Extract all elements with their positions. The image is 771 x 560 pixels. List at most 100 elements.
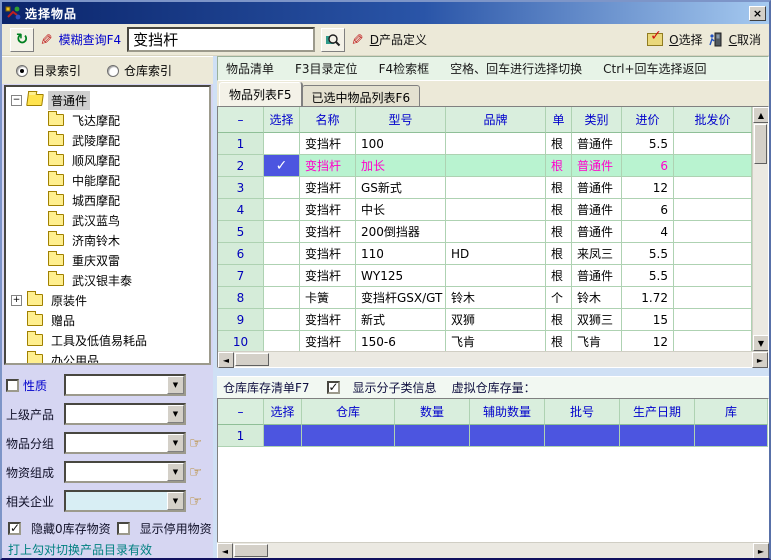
grid-cell[interactable]: 普通件 [572,133,622,155]
chevron-down-icon[interactable]: ▼ [167,405,184,423]
grid-cell[interactable]: 铃木 [446,287,546,309]
scroll-right-button[interactable]: ► [753,543,769,559]
grid-header-cell[interactable]: 批发价 [674,107,752,133]
grid-cell[interactable]: 双狮 [446,309,546,331]
grid-cell[interactable]: 加长 [356,155,446,177]
grid-cell[interactable] [302,425,395,447]
grid-cell[interactable] [674,133,752,155]
tree-item[interactable]: 武汉银丰泰 [6,270,209,290]
grid-cell[interactable]: 5.5 [622,243,674,265]
grid-cell[interactable]: 普通件 [572,221,622,243]
grid-cell[interactable]: 双狮三 [572,309,622,331]
grid-cell[interactable] [446,133,546,155]
hide-zero-stock-checkbox[interactable] [8,522,21,535]
row-select-cell[interactable] [264,221,300,243]
grid-cell[interactable] [674,287,752,309]
grid-cell[interactable] [674,265,752,287]
grid-header-cell[interactable]: 生产日期 [620,399,695,425]
row-select-cell[interactable] [264,425,302,447]
tree-item[interactable]: −普通件 [6,90,209,110]
grid-cell[interactable]: 根 [546,331,572,351]
grid-cell[interactable]: 普通件 [572,199,622,221]
tree-item[interactable]: 飞达摩配 [6,110,209,130]
radio-warehouse-index[interactable]: 仓库索引 [107,62,172,79]
grid-cell[interactable] [674,243,752,265]
grid-cell[interactable]: 普通件 [572,177,622,199]
grid-cell[interactable] [446,177,546,199]
grid-cell[interactable]: 变挡杆GSX/GT [356,287,446,309]
grid-cell[interactable]: 变挡杆 [300,133,356,155]
grid-cell[interactable]: 新式 [356,309,446,331]
tab-selected-item-list[interactable]: 已选中物品列表F6 [302,85,421,106]
grid-header-cell[interactable]: 型号 [356,107,446,133]
tree-item[interactable]: 重庆双雷 [6,250,209,270]
grid-cell[interactable]: 变挡杆 [300,265,356,287]
grid-cell[interactable] [674,331,752,351]
grid-cell[interactable]: 普通件 [572,155,622,177]
table-row[interactable]: 7变挡杆WY125根普通件5.5 [218,265,752,287]
tree-item[interactable]: 济南铃木 [6,230,209,250]
close-icon[interactable]: × [749,6,766,21]
grid-cell[interactable]: 变挡杆 [300,243,356,265]
grid-cell[interactable]: HD [446,243,546,265]
search-input[interactable] [127,27,315,52]
filter-dropdown[interactable]: ▼ [64,461,186,483]
row-select-cell[interactable] [264,199,300,221]
title-bar[interactable]: 选择物品 × [2,2,769,24]
chevron-down-icon[interactable]: ▼ [167,434,184,452]
scroll-left-button[interactable]: ◄ [218,352,234,368]
table-row[interactable]: 5变挡杆200倒挡器根普通件4 [218,221,752,243]
show-disabled-checkbox[interactable] [117,522,130,535]
row-select-cell[interactable]: ✓ [264,155,300,177]
tree-item[interactable]: 赠品 [6,310,209,330]
grid-cell[interactable]: 5.5 [622,265,674,287]
show-subclass-checkbox[interactable] [327,381,340,394]
grid-cell[interactable]: 6 [622,155,674,177]
grid-cell[interactable] [446,155,546,177]
expand-box-icon[interactable]: + [11,295,22,306]
filter-dropdown[interactable]: ▼ [64,432,186,454]
grid-cell[interactable] [446,199,546,221]
grid-header-cell[interactable]: 批号 [545,399,620,425]
grid-cell[interactable]: 来凤三 [572,243,622,265]
table-row[interactable]: 1变挡杆100根普通件5.5 [218,133,752,155]
tree-item[interactable]: 工具及低值易耗品 [6,330,209,350]
scroll-down-button[interactable]: ▼ [753,335,768,351]
grid-header-cell[interactable]: 进价 [622,107,674,133]
grid-cell[interactable]: 卡簧 [300,287,356,309]
scrollbar-track[interactable] [753,165,768,335]
table-row[interactable]: 3变挡杆GS新式根普通件12 [218,177,752,199]
grid-cell[interactable] [674,155,752,177]
grid-cell[interactable]: 变挡杆 [300,221,356,243]
grid-cell[interactable] [674,199,752,221]
grid-cell[interactable]: 根 [546,199,572,221]
grid-cell[interactable]: 110 [356,243,446,265]
stock-horizontal-scrollbar[interactable]: ◄ ► [217,542,769,558]
table-row[interactable]: 4变挡杆中长根普通件6 [218,199,752,221]
scroll-up-button[interactable]: ▲ [753,107,768,123]
grid-cell[interactable]: 变挡杆 [300,199,356,221]
grid-cell[interactable]: 12 [622,331,674,351]
grid-cell[interactable] [470,425,545,447]
grid-cell[interactable]: 12 [622,177,674,199]
radio-catalog-index[interactable]: 目录索引 [16,62,81,79]
scrollbar-track[interactable] [270,352,752,367]
grid-cell[interactable]: 根 [546,243,572,265]
grid-cell[interactable] [674,177,752,199]
grid-cell[interactable] [446,265,546,287]
grid-cell[interactable] [446,221,546,243]
catalog-tree[interactable]: −普通件飞达摩配武陵摩配顺风摩配中能摩配城西摩配武汉蓝鸟济南铃木重庆双雷武汉银丰… [4,85,211,365]
grid-cell[interactable]: 变挡杆 [300,309,356,331]
row-select-cell[interactable] [264,265,300,287]
section-splitter[interactable] [217,368,769,376]
grid-cell[interactable] [620,425,695,447]
grid-cell[interactable]: WY125 [356,265,446,287]
row-select-cell[interactable] [264,177,300,199]
table-row[interactable]: 6变挡杆110HD根来凤三5.5 [218,243,752,265]
grid-cell[interactable]: 100 [356,133,446,155]
cancel-button[interactable]: C取消 [729,31,761,48]
scrollbar-track[interactable] [269,543,753,558]
table-row[interactable]: 8卡簧变挡杆GSX/GT铃木个铃木1.72 [218,287,752,309]
row-select-cell[interactable] [264,287,300,309]
tree-item[interactable]: 武汉蓝鸟 [6,210,209,230]
